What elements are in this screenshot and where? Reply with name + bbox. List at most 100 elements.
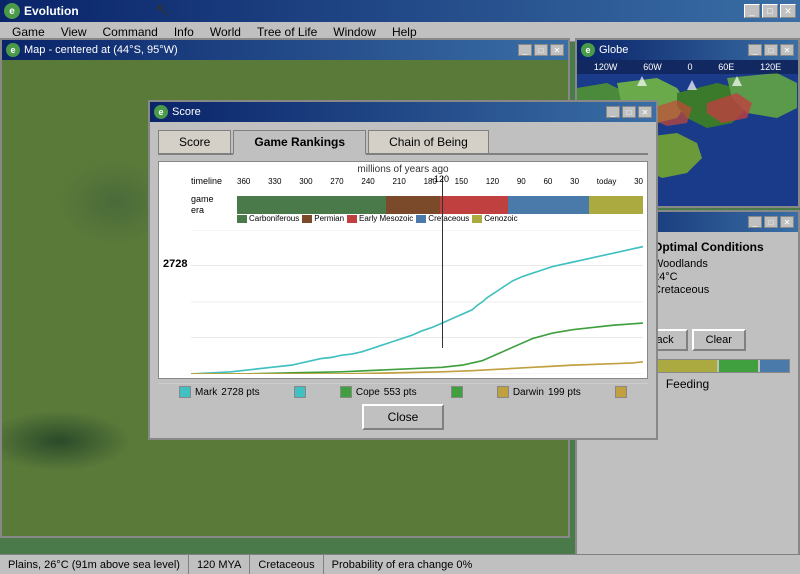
- title-bar-buttons: _ □ ✕: [744, 4, 796, 18]
- legend-cope-score: 553 pts: [384, 387, 417, 398]
- legend-permian-color: [302, 215, 312, 223]
- globe-label-120w: 120W: [594, 62, 618, 72]
- feeding-bar-yellow: [658, 360, 717, 372]
- status-mya-text: 120 MYA: [197, 559, 241, 571]
- optimal-conditions-panel: Optimal Conditions Woodlands 24°C Cretac…: [653, 240, 764, 297]
- tick-360: 360: [237, 177, 250, 186]
- maximize-button[interactable]: □: [762, 4, 778, 18]
- chart-svg: [191, 230, 643, 374]
- tab-score[interactable]: Score: [158, 130, 231, 153]
- optimal-conditions-title: Optimal Conditions: [653, 240, 764, 254]
- legend-cretaceous-label: Cretaceous: [428, 214, 469, 223]
- era-bar: [237, 196, 643, 214]
- tab-chain-of-being[interactable]: Chain of Being: [368, 130, 489, 153]
- legend-darwin-box2: [615, 386, 627, 398]
- score-maximize-button[interactable]: □: [622, 106, 636, 118]
- title-bar: e Evolution _ □ ✕: [0, 0, 800, 22]
- score-legend: Mark 2728 pts Cope 553 pts Darwin 199 pt…: [158, 383, 648, 400]
- globe-minimize-button[interactable]: _: [748, 44, 762, 56]
- tick-90: 90: [517, 177, 526, 186]
- command-minimize-button[interactable]: _: [748, 216, 762, 228]
- score-dialog: e Score _ □ ✕ Score Game Rankings Chain …: [148, 100, 658, 440]
- legend-mark-label: Mark: [195, 387, 217, 398]
- legend-mark-box2: [294, 386, 306, 398]
- tab-game-rankings[interactable]: Game Rankings: [233, 130, 366, 155]
- globe-label-60e: 60E: [718, 62, 734, 72]
- legend-darwin: Darwin 199 pts: [497, 386, 581, 398]
- legend-cope-color: [340, 386, 352, 398]
- optimal-temp: 24°C: [653, 271, 764, 283]
- legend-darwin-score: 199 pts: [548, 387, 581, 398]
- globe-window-icon: e: [581, 43, 595, 57]
- legend-cenozoic-color: [472, 215, 482, 223]
- legend-cenozoic: Cenozoic: [472, 214, 517, 223]
- clear-button[interactable]: Clear: [692, 329, 746, 351]
- marker-line: [442, 176, 443, 348]
- timeline-row: timeline 360 330 300 270 240 210 180 150…: [191, 176, 643, 186]
- command-close-button[interactable]: ✕: [780, 216, 794, 228]
- map-maximize-button[interactable]: □: [534, 44, 548, 56]
- legend-early-mesozoic-color: [347, 215, 357, 223]
- map-title-bar: e Map - centered at (44°S, 95°W) _ □ ✕: [2, 40, 568, 60]
- globe-label-120e: 120E: [760, 62, 781, 72]
- tick-today: today: [597, 177, 617, 186]
- tick-330: 330: [268, 177, 281, 186]
- globe-window-title: Globe: [599, 44, 744, 56]
- tick-210: 210: [392, 177, 405, 186]
- tick-150: 150: [455, 177, 468, 186]
- legend-mark-color: [179, 386, 191, 398]
- optimal-biome: Woodlands: [653, 258, 764, 270]
- legend-permian-label: Permian: [314, 214, 344, 223]
- globe-maximize-button[interactable]: □: [764, 44, 778, 56]
- tick-240: 240: [361, 177, 374, 186]
- score-value-label: 2728: [163, 258, 187, 270]
- app-icon: e: [4, 3, 20, 19]
- legend-cope-label: Cope: [356, 387, 380, 398]
- tick-300: 300: [299, 177, 312, 186]
- legend-carboniferous: Carboniferous: [237, 214, 299, 223]
- legend-darwin-label: Darwin: [513, 387, 544, 398]
- legend-early-mesozoic: Early Mesozoic: [347, 214, 413, 223]
- score-dialog-icon: e: [154, 105, 168, 119]
- legend-carboniferous-label: Carboniferous: [249, 214, 299, 223]
- legend-cretaceous-color: [416, 215, 426, 223]
- legend-darwin-color: [497, 386, 509, 398]
- status-probability: Probability of era change 0%: [324, 555, 800, 574]
- tick-120: 120: [486, 177, 499, 186]
- score-dialog-content: Score Game Rankings Chain of Being milli…: [150, 122, 656, 438]
- map-close-button[interactable]: ✕: [550, 44, 564, 56]
- score-minimize-button[interactable]: _: [606, 106, 620, 118]
- globe-label-0: 0: [687, 62, 692, 72]
- score-dialog-title: Score: [172, 106, 602, 118]
- globe-close-button[interactable]: ✕: [780, 44, 794, 56]
- status-probability-text: Probability of era change 0%: [332, 559, 473, 571]
- era-carboniferous: [237, 196, 386, 214]
- map-window-icon: e: [6, 43, 20, 57]
- legend-cope: Cope 553 pts: [340, 386, 417, 398]
- globe-title-bar: e Globe _ □ ✕: [577, 40, 798, 60]
- era-cretaceous: [508, 196, 589, 214]
- chart-subtitle: millions of years ago: [159, 164, 647, 175]
- tick-60: 60: [543, 177, 552, 186]
- tick-future: 30: [634, 177, 643, 186]
- map-minimize-button[interactable]: _: [518, 44, 532, 56]
- legend-permian: Permian: [302, 214, 344, 223]
- app-title: Evolution: [24, 4, 740, 18]
- chart-container: millions of years ago timeline 360 330 3…: [158, 161, 648, 379]
- globe-window-buttons: _ □ ✕: [748, 44, 794, 56]
- map-window-buttons: _ □ ✕: [518, 44, 564, 56]
- legend-mark: Mark 2728 pts: [179, 386, 260, 398]
- status-era-text: Cretaceous: [258, 559, 314, 571]
- status-era: Cretaceous: [250, 555, 323, 574]
- close-button[interactable]: ✕: [780, 4, 796, 18]
- globe-label-60w: 60W: [643, 62, 662, 72]
- command-maximize-button[interactable]: □: [764, 216, 778, 228]
- legend-mark-score: 2728 pts: [221, 387, 259, 398]
- score-dialog-title-bar: e Score _ □ ✕: [150, 102, 656, 122]
- tick-270: 270: [330, 177, 343, 186]
- marker-label: -120: [431, 174, 449, 184]
- score-close-button[interactable]: ✕: [638, 106, 652, 118]
- minimize-button[interactable]: _: [744, 4, 760, 18]
- score-close-dialog-button[interactable]: Close: [362, 404, 445, 430]
- status-bar: Plains, 26°C (91m above sea level) 120 M…: [0, 554, 800, 574]
